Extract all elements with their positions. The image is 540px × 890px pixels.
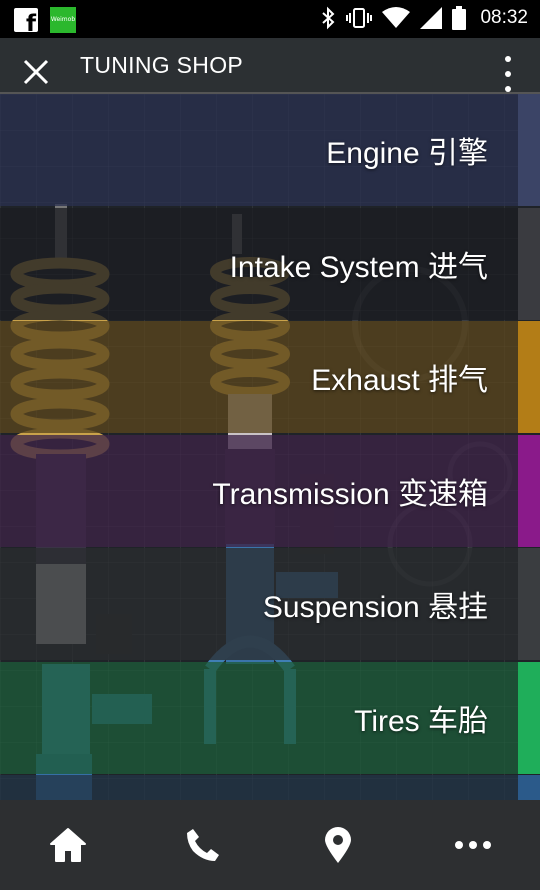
close-button[interactable] xyxy=(14,50,58,94)
close-icon xyxy=(23,59,49,85)
category-label: Tires 车胎 xyxy=(354,704,488,738)
nav-phone-button[interactable] xyxy=(135,800,270,890)
nav-location-button[interactable] xyxy=(270,800,405,890)
category-label: Intake System 进气 xyxy=(229,250,488,284)
status-bar: f Weimob 08:32 xyxy=(0,0,540,38)
bottom-navigation xyxy=(0,800,540,890)
overflow-menu-button[interactable] xyxy=(504,56,512,92)
category-edge xyxy=(518,434,540,547)
category-tires[interactable]: Tires 车胎 xyxy=(0,661,540,774)
facebook-icon: f xyxy=(14,8,38,32)
app-notification-icon: Weimob xyxy=(50,7,76,33)
notification-area: f Weimob xyxy=(14,7,76,33)
home-icon xyxy=(49,828,86,862)
category-next[interactable] xyxy=(0,775,540,800)
category-engine[interactable]: Engine 引擎 xyxy=(0,94,540,206)
wifi-icon xyxy=(382,7,411,28)
category-label: Transmission 变速箱 xyxy=(212,477,488,511)
vibrate-icon xyxy=(346,8,373,28)
category-label: Engine 引擎 xyxy=(326,137,488,170)
category-edge xyxy=(518,661,540,774)
category-edge xyxy=(518,207,540,320)
more-vertical-icon xyxy=(505,56,511,62)
nav-home-button[interactable] xyxy=(0,800,135,890)
signal-icon xyxy=(420,7,443,29)
category-label: Suspension 悬挂 xyxy=(262,591,488,624)
category-intake-system[interactable]: Intake System 进气 xyxy=(0,207,540,320)
category-transmission[interactable]: Transmission 变速箱 xyxy=(0,434,540,547)
system-status-area: 08:32 xyxy=(320,6,528,30)
phone-icon xyxy=(186,829,219,861)
clock: 08:32 xyxy=(480,7,528,28)
category-edge xyxy=(518,775,540,800)
battery-icon xyxy=(452,6,467,30)
category-exhaust[interactable]: Exhaust 排气 xyxy=(0,321,540,433)
app-toolbar: TUNING SHOP xyxy=(0,38,540,94)
location-icon xyxy=(324,827,351,863)
page-title: TUNING SHOP xyxy=(80,52,244,78)
category-edge xyxy=(518,321,540,433)
nav-more-button[interactable] xyxy=(405,800,540,890)
category-label: Exhaust 排气 xyxy=(311,364,488,397)
category-suspension[interactable]: Suspension 悬挂 xyxy=(0,548,540,660)
category-list-area[interactable]: Engine 引擎 Intake System 进气 Exhaust 排气 Tr… xyxy=(0,94,540,800)
category-list: Engine 引擎 Intake System 进气 Exhaust 排气 Tr… xyxy=(0,94,540,800)
more-horizontal-icon xyxy=(454,841,491,849)
category-edge xyxy=(518,94,540,206)
category-edge xyxy=(518,548,540,660)
bluetooth-icon xyxy=(322,6,335,30)
